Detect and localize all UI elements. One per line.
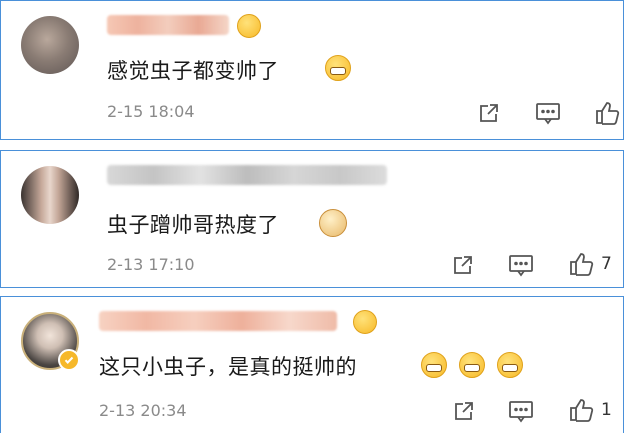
doge-emoji-icon [319,209,347,237]
comment-icon[interactable] [534,99,562,127]
comment-text: 这只小虫子，是真的挺帅的 [99,355,357,379]
comment-card: 感觉虫子都变帅了 2-15 18:04 [0,0,624,140]
badge-emoji-icon [353,310,377,334]
share-icon[interactable] [475,99,503,127]
grin-emoji-icon [421,352,447,378]
username-blurred[interactable] [107,165,387,185]
avatar[interactable] [21,166,79,224]
comment-card: 这只小虫子，是真的挺帅的 2-13 20:34 1 [0,296,624,433]
comment-time: 2-13 20:34 [99,401,187,420]
share-icon[interactable] [449,251,477,279]
share-icon[interactable] [450,397,478,425]
comment-time: 2-13 17:10 [107,255,195,274]
like-count: 7 [601,254,612,274]
like-count: 1 [601,400,612,420]
grin-emoji-icon [459,352,485,378]
comment-icon[interactable] [507,251,535,279]
comment-card: 虫子蹭帅哥热度了 2-13 17:10 7 [0,150,624,288]
comment-text: 虫子蹭帅哥热度了 [107,213,279,237]
badge-emoji-icon [237,14,261,38]
crying-laugh-emoji-icon [325,55,351,81]
comment-icon[interactable] [507,397,535,425]
thumbs-up-icon[interactable] [593,99,621,127]
username-blurred[interactable] [99,311,337,331]
username-blurred[interactable] [107,15,229,35]
comment-text: 感觉虫子都变帅了 [107,59,279,83]
comment-time: 2-15 18:04 [107,102,195,121]
avatar[interactable] [21,16,79,74]
grin-emoji-icon [497,352,523,378]
verified-badge-icon [58,349,80,371]
thumbs-up-icon[interactable] [567,396,595,424]
thumbs-up-icon[interactable] [567,250,595,278]
